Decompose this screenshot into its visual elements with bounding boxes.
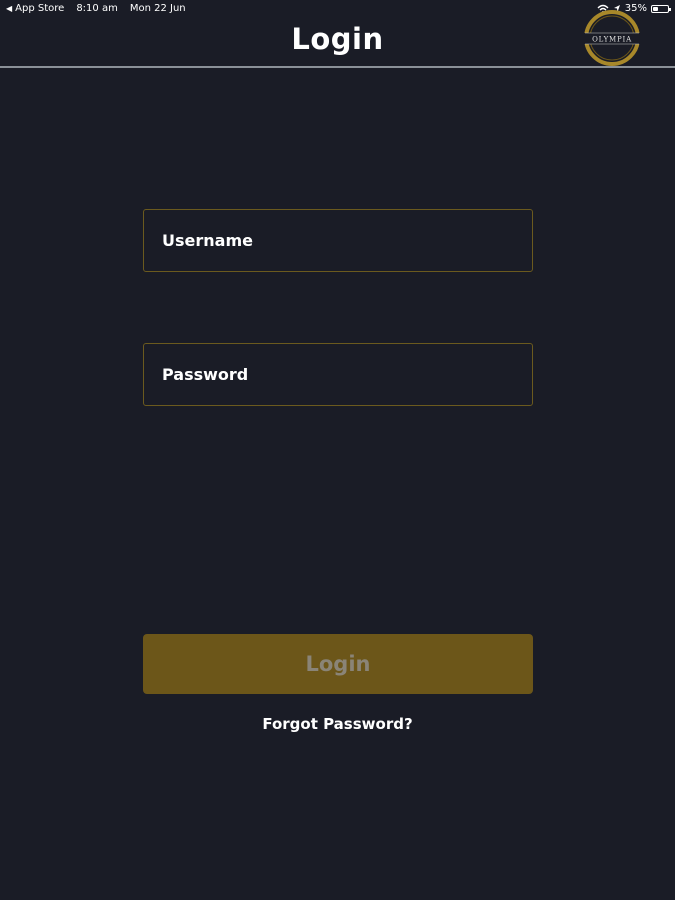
battery-fill bbox=[653, 6, 658, 11]
back-arrow-icon[interactable]: ◀ bbox=[6, 4, 12, 15]
nav-bar: Login OLYMPIA bbox=[0, 10, 675, 68]
password-field[interactable] bbox=[143, 343, 533, 406]
username-input[interactable] bbox=[144, 210, 532, 271]
status-bar: ◀ App Store 8:10 am Mon 22 Jun 35% bbox=[0, 0, 675, 18]
login-button[interactable]: Login bbox=[143, 634, 533, 694]
olympia-logo: OLYMPIA bbox=[584, 10, 640, 66]
username-field[interactable] bbox=[143, 209, 533, 272]
status-date: Mon 22 Jun bbox=[129, 3, 186, 14]
status-left: ◀ App Store 8:10 am Mon 22 Jun bbox=[6, 3, 186, 14]
battery-icon bbox=[651, 4, 671, 13]
password-input[interactable] bbox=[144, 344, 532, 405]
page-title: Login bbox=[291, 22, 384, 56]
forgot-password-link[interactable]: Forgot Password? bbox=[0, 715, 675, 733]
back-to-app-store[interactable]: App Store bbox=[15, 3, 64, 14]
svg-text:OLYMPIA: OLYMPIA bbox=[592, 36, 632, 44]
status-time: 8:10 am bbox=[76, 3, 118, 14]
